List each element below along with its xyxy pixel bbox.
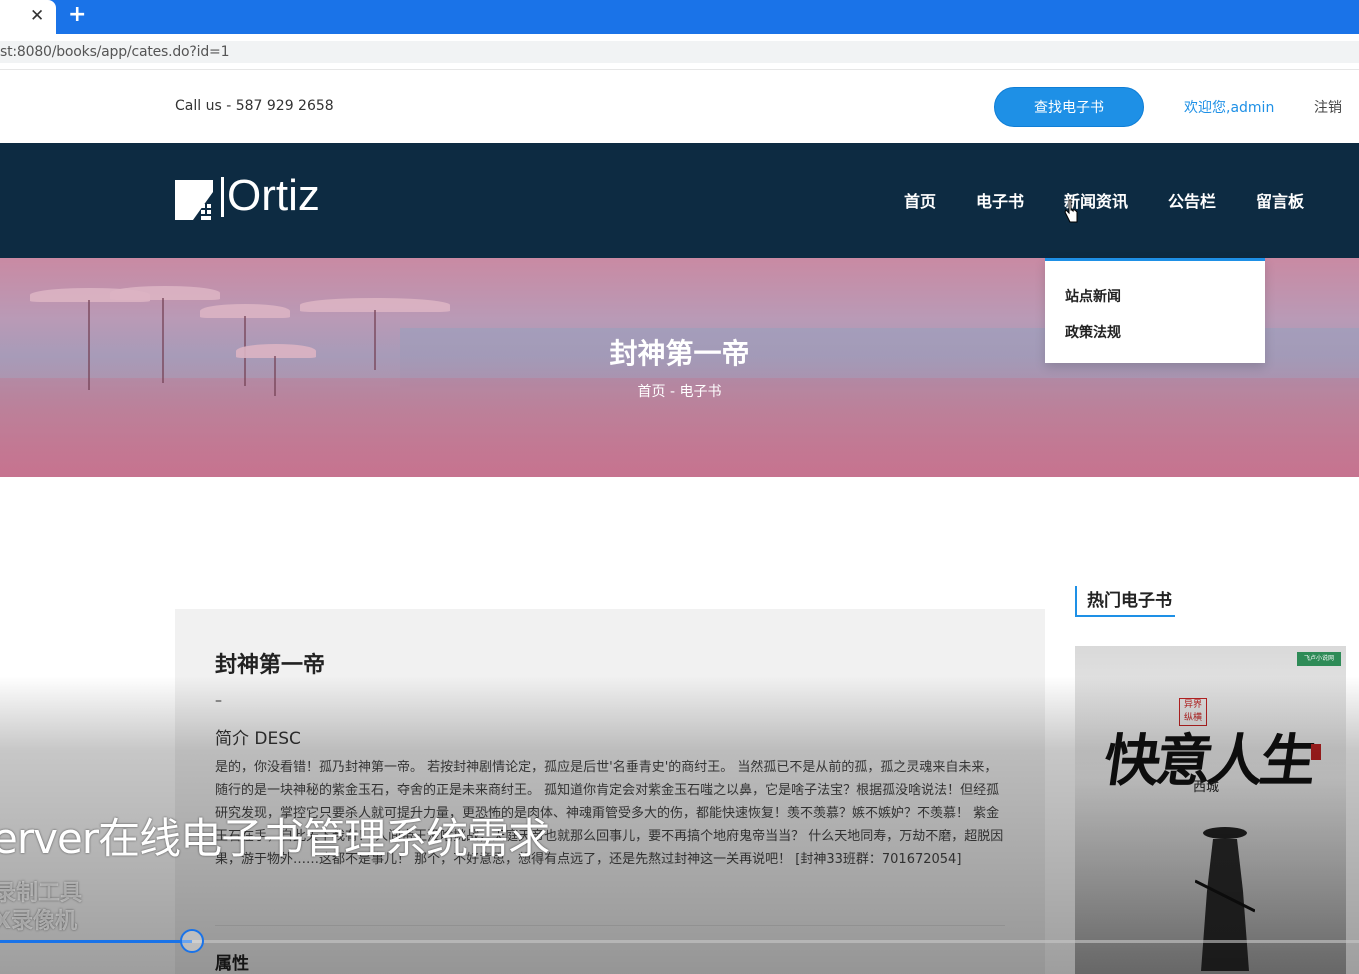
close-tab-icon[interactable]: ✕ (30, 6, 44, 26)
description-heading: 简介 DESC (215, 729, 301, 749)
browser-tab[interactable]: ✕ (0, 0, 56, 34)
cover-seal (1311, 744, 1321, 760)
logo-divider (221, 177, 224, 217)
mouse-pointer-icon (1064, 199, 1078, 223)
address-bar: st:8080/books/app/cates.do?id=1 (0, 34, 1359, 70)
video-progress-handle[interactable] (179, 929, 204, 953)
site-logo[interactable]: Ortiz (175, 171, 345, 223)
welcome-user-link[interactable]: 欢迎您,admin (1184, 97, 1274, 117)
watermark-line: X录像机 (0, 909, 77, 934)
news-dropdown-menu: 站点新闻 政策法规 (1045, 258, 1265, 363)
recorder-watermark: 录制工具 X录像机 (0, 880, 82, 936)
video-progress-fill (0, 940, 192, 943)
hot-ebooks-heading: 热门电子书 (1075, 586, 1175, 617)
nav-item-notices[interactable]: 公告栏 (1168, 188, 1216, 212)
logo-house-icon (175, 180, 213, 220)
watermark-line: 录制工具 (0, 881, 83, 906)
find-ebook-button[interactable]: 查找电子书 (994, 87, 1144, 127)
logout-link[interactable]: 注销 (1314, 97, 1342, 117)
url-text[interactable]: st:8080/books/app/cates.do?id=1 (0, 44, 229, 60)
book-title: 封神第一帝 (215, 653, 326, 678)
top-strip: Call us - 587 929 2658 查找电子书 欢迎您,admin 注… (0, 71, 1359, 143)
breadcrumb[interactable]: 首页 - 电子书 (0, 381, 1359, 401)
publisher-badge: 飞卢小说网 (1297, 652, 1341, 666)
logo-text: Ortiz (227, 171, 320, 220)
call-us-text: Call us - 587 929 2658 (175, 98, 334, 114)
video-caption: erver在线电子书管理系统需求 (0, 814, 550, 863)
main-navbar: Ortiz 首页 电子书 新闻资讯 公告栏 留言板 (0, 143, 1359, 258)
new-tab-icon[interactable]: + (68, 2, 86, 27)
book-detail-panel: 封神第一帝 – 简介 DESC 是的，你没看错！孤乃封神第一帝。 若按封神剧情论… (175, 609, 1045, 974)
nav-item-guestbook[interactable]: 留言板 (1256, 188, 1304, 212)
title-dash: – (215, 693, 222, 709)
dropdown-item-site-news[interactable]: 站点新闻 (1065, 286, 1121, 306)
cover-author: 西城 (1193, 780, 1220, 795)
browser-tab-bar: ✕ + (0, 0, 1359, 34)
attributes-heading: 属性 (215, 954, 249, 974)
nav-item-home[interactable]: 首页 (904, 188, 936, 212)
video-progress-bar[interactable] (0, 929, 1359, 953)
hot-ebook-cover[interactable]: 飞卢小说网 异界纵横 快意人生 西城 (1075, 646, 1346, 974)
divider (215, 925, 1005, 926)
nav-item-ebooks[interactable]: 电子书 (976, 188, 1024, 212)
dropdown-item-policies[interactable]: 政策法规 (1065, 322, 1121, 342)
swordsman-figure (1195, 827, 1255, 971)
